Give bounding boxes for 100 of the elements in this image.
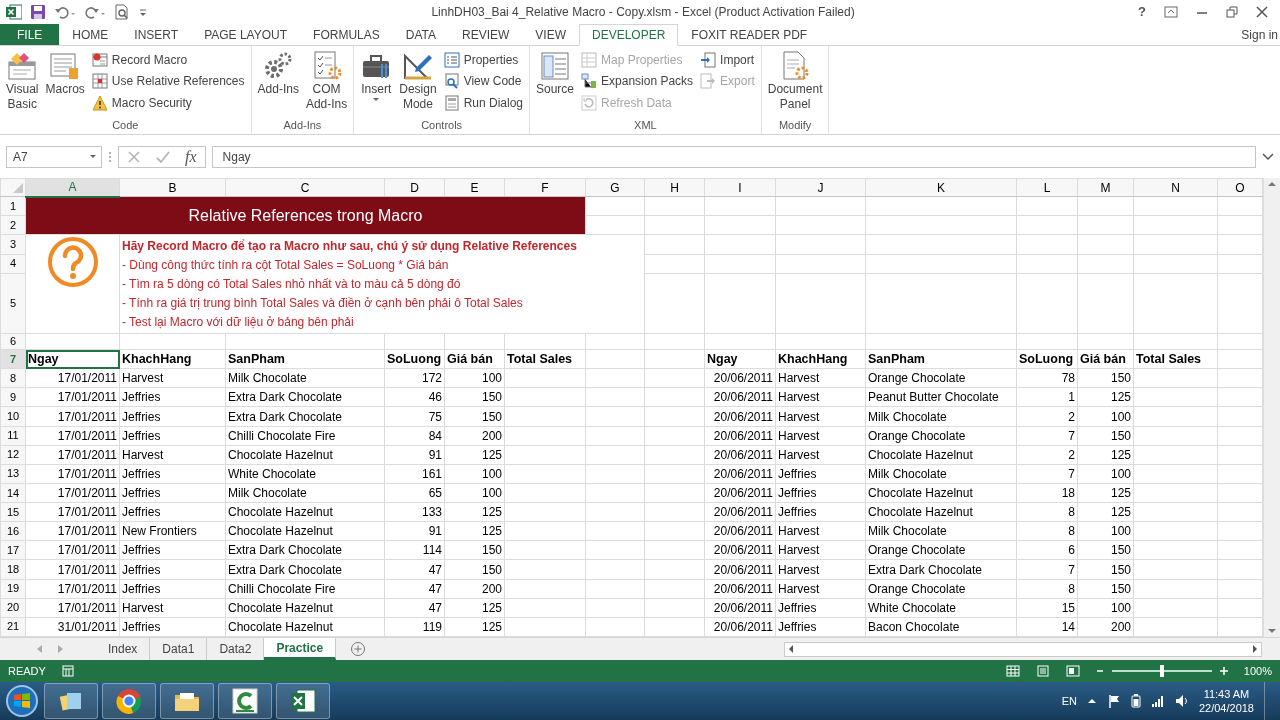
close-icon[interactable] <box>1256 6 1268 18</box>
table-cell: White Chocolate <box>225 464 385 484</box>
table-cell: Harvest <box>119 598 226 618</box>
table-cell: Chocolate Hazelnut <box>865 445 1017 465</box>
clock-date[interactable]: 22/04/2018 <box>1198 701 1254 715</box>
formula-field[interactable]: Ngay <box>211 146 1256 168</box>
undo-icon[interactable] <box>54 4 76 20</box>
clock-time[interactable]: 11:43 AM <box>1203 687 1250 701</box>
speaker-icon[interactable] <box>1174 694 1189 708</box>
column-heading[interactable]: O <box>1217 178 1263 197</box>
ribbon-button[interactable]: Insert <box>358 49 395 117</box>
row-heading[interactable]: 5 <box>0 273 26 334</box>
table-cell: 125 <box>444 521 505 541</box>
help-button[interactable]: ? <box>1138 2 1146 22</box>
page-layout-icon[interactable] <box>1035 665 1050 677</box>
scroll-left-icon[interactable] <box>787 644 795 654</box>
table-cell: 20/06/2011 <box>704 540 776 560</box>
table-cell: Harvest <box>775 579 866 599</box>
table-cell: 20/06/2011 <box>704 464 776 484</box>
table-cell: Jeffries <box>775 464 866 484</box>
column-heading[interactable]: B <box>119 178 226 197</box>
ribbon-button[interactable]: Visual Basic <box>4 49 41 117</box>
table-cell: Milk Chocolate <box>865 406 1017 427</box>
column-heading[interactable]: I <box>704 178 776 197</box>
ribbon-button[interactable]: View Code <box>441 70 525 92</box>
table-cell: 20/06/2011 <box>704 521 776 541</box>
normal-view-icon[interactable] <box>1005 665 1020 677</box>
column-heading[interactable]: N <box>1133 178 1218 197</box>
table-cell: 161 <box>384 464 445 484</box>
table-cell: 17/01/2011 <box>25 368 120 388</box>
ribbon-button[interactable]: Macro Security <box>89 92 247 114</box>
column-heading[interactable]: F <box>504 178 586 197</box>
file-tab[interactable]: FILE <box>0 24 60 45</box>
ribbon-button[interactable]: Use Relative References <box>89 70 247 92</box>
redo-icon[interactable] <box>84 4 106 20</box>
save-icon[interactable] <box>30 4 46 20</box>
scroll-right-icon[interactable] <box>1251 644 1259 654</box>
table-cell: 17/01/2011 <box>25 559 120 580</box>
name-box[interactable]: A7 <box>6 146 102 168</box>
zoom-thumb[interactable] <box>1159 665 1164 677</box>
scroll-up-icon[interactable] <box>1267 180 1277 188</box>
expand-caret-icon[interactable] <box>1262 153 1274 161</box>
scroll-down-icon[interactable] <box>1267 627 1277 635</box>
column-heading[interactable]: M <box>1077 178 1134 197</box>
instruction-text: Hãy Record Macro để tạo ra Macro như sau, chú ý sử dụng Relative References <box>122 238 578 256</box>
ribbon-button[interactable]: Record Macro <box>89 49 247 71</box>
vertical-scrollbar[interactable] <box>1263 178 1280 637</box>
ribbon-button[interactable]: Document Panel <box>765 49 825 117</box>
zoom-out-icon[interactable] <box>1095 667 1104 675</box>
page-break-icon[interactable] <box>1065 665 1080 677</box>
ribbon-button[interactable]: Import <box>698 49 757 71</box>
add-sheet-icon[interactable] <box>350 641 367 657</box>
ribbon-tab[interactable]: DEVELOPER <box>579 24 679 46</box>
table-cell: Chocolate Hazelnut <box>225 445 385 465</box>
table-cell: Chocolate Hazelnut <box>225 617 385 637</box>
ribbon-button[interactable]: Properties <box>441 49 525 71</box>
battery-icon[interactable] <box>1130 694 1141 708</box>
table-cell: 100 <box>444 464 505 484</box>
taskbar-button[interactable] <box>102 683 156 719</box>
tray-expand-icon[interactable] <box>1086 696 1097 706</box>
column-heading[interactable]: J <box>775 178 866 197</box>
sign-in-link[interactable]: Sign in <box>1241 25 1280 44</box>
column-heading[interactable]: E <box>444 178 505 197</box>
column-heading[interactable]: G <box>585 178 645 197</box>
column-heading[interactable]: L <box>1016 178 1078 197</box>
table-cell: Harvest <box>775 426 866 446</box>
sheet-tab[interactable]: Practice <box>264 638 337 660</box>
signal-icon[interactable] <box>1150 695 1165 707</box>
taskbar-button[interactable] <box>276 683 330 719</box>
taskbar-button[interactable] <box>218 683 272 719</box>
ribbon-button[interactable]: Macros <box>43 49 87 117</box>
ribbon-button[interactable]: Expansion Packs <box>579 70 696 92</box>
column-heading[interactable]: K <box>865 178 1017 197</box>
start-button-icon[interactable] <box>4 683 40 719</box>
zoom-level[interactable]: 100% <box>1243 662 1272 680</box>
ribbon-button[interactable]: Source <box>534 49 577 117</box>
insert-function-button[interactable]: fx <box>185 145 197 169</box>
header-cell: Total Sales <box>1133 349 1218 369</box>
macro-record-icon[interactable] <box>61 665 74 677</box>
column-heading[interactable]: D <box>384 178 445 197</box>
zoom-in-icon[interactable] <box>1219 667 1228 675</box>
ribbon-button[interactable]: COM Add-Ins <box>303 49 350 117</box>
print-preview-icon[interactable] <box>114 4 130 20</box>
restore-icon[interactable] <box>1226 6 1238 18</box>
taskbar-button[interactable] <box>160 683 214 719</box>
ribbon-button[interactable]: Add-Ins <box>255 49 301 117</box>
language-indicator[interactable]: EN <box>1061 692 1077 710</box>
column-heading[interactable]: A <box>25 178 120 197</box>
taskbar-button[interactable] <box>44 683 98 719</box>
table-cell: Jeffries <box>119 617 226 637</box>
ribbon-button[interactable]: Design Mode <box>397 49 439 117</box>
ribbon-display-icon[interactable] <box>1164 6 1178 18</box>
ribbon-button[interactable]: Run Dialog <box>441 92 525 114</box>
flag-icon[interactable] <box>1106 694 1121 708</box>
column-heading[interactable]: H <box>644 178 705 197</box>
table-cell: 114 <box>384 540 445 560</box>
table-cell: 150 <box>1077 540 1134 560</box>
column-heading[interactable]: C <box>225 178 385 197</box>
table-cell: 125 <box>1077 445 1134 465</box>
horizontal-scrollbar[interactable] <box>784 641 1262 657</box>
